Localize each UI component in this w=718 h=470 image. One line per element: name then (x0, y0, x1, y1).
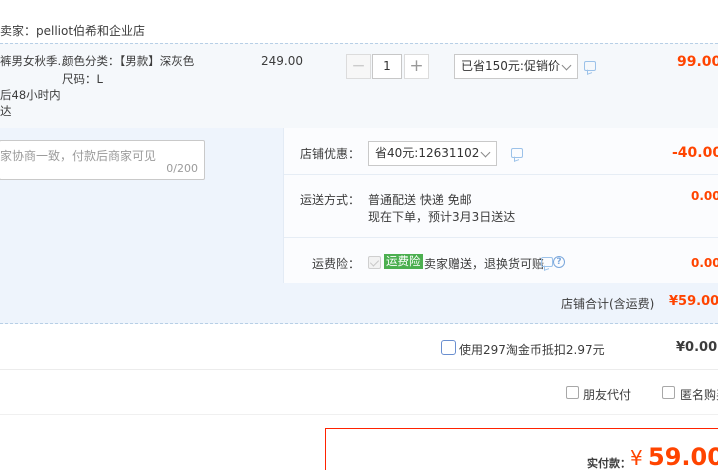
friend-pay-checkbox[interactable] (566, 386, 579, 399)
chat-icon[interactable] (541, 257, 553, 267)
store-total-label: 店铺合计(含运费) (561, 297, 655, 311)
store-discount-amount: -40.00 (672, 145, 718, 161)
quantity-increase-button[interactable]: + (404, 54, 429, 79)
friend-pay-label[interactable]: 朋友代付 (583, 386, 631, 403)
coins-amount: ¥0.00 (676, 340, 718, 355)
item-name-line3: 达 (0, 104, 12, 118)
chevron-down-icon (480, 147, 491, 158)
divider (284, 174, 718, 175)
item-name-line1[interactable]: 裤男女秋季... (0, 52, 68, 71)
buyer-message-placeholder: 家协商一致，付款后商家可见 (0, 149, 157, 163)
shipping-label: 运送方式： (300, 193, 361, 207)
quantity-input[interactable]: 1 (372, 54, 402, 79)
shipping-eta: 现在下单，预计3月3日送达 (368, 210, 516, 224)
divider (0, 369, 718, 370)
store-discount-select-label: 省40元:12631102 (375, 146, 480, 160)
payment-amount: 59.00 (648, 443, 718, 470)
divider (284, 237, 718, 238)
chevron-down-icon (561, 60, 572, 71)
help-icon[interactable]: ? (553, 256, 565, 268)
quantity-decrease-button[interactable]: − (346, 54, 371, 79)
insurance-desc: 卖家赠送，退换货可赔 (424, 257, 545, 271)
store-discount-label: 店铺优惠： (300, 147, 361, 161)
item-subtotal: 99.00 (677, 54, 718, 70)
insurance-amount: 0.00 (691, 256, 718, 270)
payment-label: 实付款： (587, 457, 631, 470)
unit-price: 249.00 (261, 54, 303, 68)
promo-select-label: 已省150元:促销价 (461, 59, 560, 73)
coins-checkbox[interactable] (441, 340, 456, 355)
promo-select[interactable]: 已省150元:促销价 (454, 54, 578, 79)
sku-color: 颜色分类：【男款】深灰色 (62, 54, 195, 68)
insurance-label: 运费险： (312, 257, 361, 271)
shop-name[interactable]: 卖家：pelliot伯希和企业店 (0, 22, 145, 39)
anonymous-label[interactable]: 匿名购买 (680, 386, 718, 403)
coins-label[interactable]: 使用297淘金币抵扣2.97元 (459, 341, 605, 358)
buyer-message-input[interactable]: 家协商一致，付款后商家可见 0/200 (0, 140, 205, 180)
store-discount-select[interactable]: 省40元:12631102 (368, 141, 497, 166)
shipping-amount: 0.00 (691, 189, 718, 203)
chat-icon[interactable] (511, 148, 523, 158)
insurance-checkbox (368, 256, 381, 269)
insurance-tag: 运费险 (384, 254, 423, 269)
chat-icon[interactable] (584, 61, 596, 71)
store-total-amount: ¥59.00 (669, 294, 718, 309)
payment-currency: ¥ (630, 446, 643, 470)
shipping-method: 普通配送 快递 免邮 (368, 193, 472, 207)
anonymous-checkbox[interactable] (662, 386, 675, 399)
sku-size: 尺码：L (62, 72, 103, 86)
divider (0, 414, 718, 415)
buyer-message-counter: 0/200 (166, 162, 198, 175)
